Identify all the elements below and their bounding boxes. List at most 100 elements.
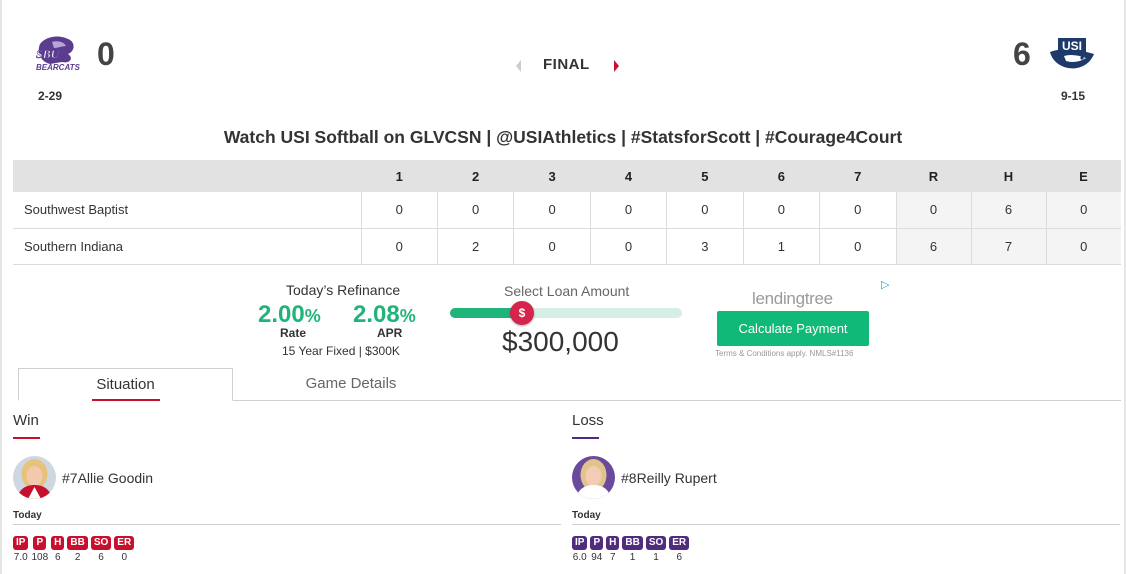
avatar[interactable] bbox=[572, 456, 615, 499]
inning-score: 3 bbox=[666, 228, 744, 265]
loan-amount-label: Select Loan Amount bbox=[504, 283, 630, 299]
home-team-logo[interactable]: USI bbox=[1046, 34, 1098, 74]
away-team-logo[interactable]: SBU BEARCATS bbox=[30, 34, 81, 74]
stat-bb: BB 1 bbox=[622, 536, 643, 563]
loss-heading-underline bbox=[572, 437, 599, 439]
ad-rate-value: 2.00 bbox=[258, 301, 305, 328]
stat-label: BB bbox=[622, 536, 643, 550]
divider bbox=[13, 524, 561, 525]
broadcast-banner: Watch USI Softball on GLVCSN | @USIAthle… bbox=[223, 127, 903, 147]
total-errors: 0 bbox=[1045, 192, 1121, 229]
stat-label: SO bbox=[645, 536, 667, 550]
inning-score: 1 bbox=[742, 228, 820, 265]
stat-value: 6 bbox=[98, 552, 104, 563]
team-name[interactable]: Southwest Baptist bbox=[13, 192, 361, 229]
win-heading: Win bbox=[13, 412, 39, 429]
inning-score: 2 bbox=[436, 228, 514, 265]
inning-score: 0 bbox=[360, 192, 438, 229]
stat-value: 6.0 bbox=[572, 552, 587, 563]
stat-label: ER bbox=[114, 536, 135, 550]
stat-label: P bbox=[590, 536, 604, 550]
inning-header: 7 bbox=[819, 160, 896, 192]
lendingtree-logo: lendingtree bbox=[752, 289, 833, 308]
inning-score: 0 bbox=[819, 192, 896, 229]
stat-so: SO 6 bbox=[90, 536, 112, 563]
stat-h: H7 bbox=[606, 536, 620, 563]
today-label: Today bbox=[572, 510, 601, 521]
errors-header: E bbox=[1046, 160, 1121, 192]
ad-rate-suffix: % bbox=[304, 306, 321, 326]
inning-score: 0 bbox=[742, 192, 820, 229]
stat-value: 108 bbox=[31, 552, 49, 563]
stat-value: 7 bbox=[609, 552, 616, 563]
svg-text:USI: USI bbox=[1062, 39, 1082, 53]
svg-text:BEARCATS: BEARCATS bbox=[36, 63, 80, 72]
dollar-icon[interactable]: $ bbox=[509, 301, 534, 325]
runs-header: R bbox=[896, 160, 971, 192]
pitcher-stats: IP 6.0 P 94 H7 BB 1 SO 1 ER 6 bbox=[572, 536, 692, 563]
home-score: 6 bbox=[1013, 36, 1031, 72]
status-label: FINAL bbox=[543, 56, 590, 73]
away-score: 0 bbox=[97, 36, 115, 72]
stat-label: H bbox=[51, 536, 65, 550]
total-runs: 0 bbox=[895, 192, 971, 229]
stat-label: P bbox=[33, 536, 47, 550]
pitcher-name[interactable]: #8Reilly Rupert bbox=[621, 470, 717, 486]
ad-disclaimer: Terms & Conditions apply. NMLS#1136 bbox=[715, 349, 854, 358]
stat-value: 7.0 bbox=[13, 552, 28, 563]
divider bbox=[572, 524, 1120, 525]
refinance-ad[interactable]: Today’s Refinance 2.00% 2.08% Rate APR 1… bbox=[240, 275, 900, 365]
adchoices-icon[interactable]: ▷ bbox=[881, 278, 889, 291]
ad-title: Today’s Refinance bbox=[286, 282, 401, 298]
total-hits: 6 bbox=[970, 192, 1046, 229]
tab-situation[interactable]: Situation bbox=[18, 368, 233, 401]
inning-score: 0 bbox=[513, 228, 591, 265]
pitcher-stats: IP 7.0 P 108 H6 BB 2 SO 6 ER 0 bbox=[13, 536, 137, 563]
avatar[interactable] bbox=[13, 456, 56, 499]
game-status: FINAL bbox=[508, 55, 628, 77]
stat-h: H6 bbox=[51, 536, 65, 563]
inning-score: 0 bbox=[589, 228, 667, 265]
inning-score: 0 bbox=[436, 192, 514, 229]
winning-pitcher-panel: Win #7Allie Goodin Today IP 7.0 P 108 H6 B… bbox=[13, 412, 561, 563]
stat-label: BB bbox=[67, 536, 88, 550]
inning-score: 0 bbox=[360, 228, 438, 265]
page-border-left bbox=[0, 0, 2, 574]
inning-score: 0 bbox=[589, 192, 667, 229]
stat-value: 94 bbox=[591, 552, 603, 563]
linescore-table: 1 2 3 4 5 6 7 R H E Southwest Baptist 0 … bbox=[13, 160, 1121, 265]
loss-heading: Loss bbox=[572, 412, 604, 429]
stat-bb: BB 2 bbox=[67, 536, 88, 563]
next-game-arrow-icon[interactable] bbox=[614, 60, 619, 72]
total-hits: 7 bbox=[970, 228, 1046, 265]
stat-value: 2 bbox=[74, 552, 81, 563]
ad-rate-label: Rate bbox=[280, 326, 307, 340]
inning-score: 0 bbox=[819, 228, 896, 265]
hits-header: H bbox=[971, 160, 1046, 192]
inning-header: 4 bbox=[590, 160, 667, 192]
stat-value: 1 bbox=[653, 552, 659, 563]
calculate-payment-button[interactable]: Calculate Payment bbox=[717, 311, 869, 346]
ad-apr-value: 2.08 bbox=[353, 301, 400, 328]
ad-rate: 2.00% bbox=[258, 301, 321, 329]
losing-pitcher-panel: Loss #8Reilly Rupert Today IP 6.0 P 94 H7 … bbox=[572, 412, 1120, 563]
stat-value: 6 bbox=[54, 552, 61, 563]
linescore-header-row: 1 2 3 4 5 6 7 R H E bbox=[13, 160, 1121, 192]
ad-loan-term: 15 Year Fixed | $300K bbox=[282, 344, 400, 358]
pitcher-name[interactable]: #7Allie Goodin bbox=[62, 470, 153, 486]
table-row: Southern Indiana 0 2 0 0 3 1 0 6 7 0 bbox=[13, 228, 1121, 265]
stat-label: H bbox=[606, 536, 620, 550]
stat-p: P 94 bbox=[590, 536, 604, 563]
stat-er: ER 0 bbox=[114, 536, 135, 563]
stat-p: P 108 bbox=[31, 536, 48, 563]
stat-so: SO 1 bbox=[645, 536, 667, 563]
inning-score: 0 bbox=[513, 192, 591, 229]
loan-amount-value: $300,000 bbox=[502, 326, 619, 357]
svg-text:SBU: SBU bbox=[36, 47, 61, 61]
team-name[interactable]: Southern Indiana bbox=[13, 228, 361, 265]
tab-game-details[interactable]: Game Details bbox=[268, 368, 434, 401]
previous-game-arrow-icon[interactable] bbox=[516, 60, 521, 72]
stat-ip: IP 6.0 bbox=[572, 536, 588, 563]
inning-header: 2 bbox=[437, 160, 514, 192]
away-record: 2-29 bbox=[37, 89, 63, 103]
